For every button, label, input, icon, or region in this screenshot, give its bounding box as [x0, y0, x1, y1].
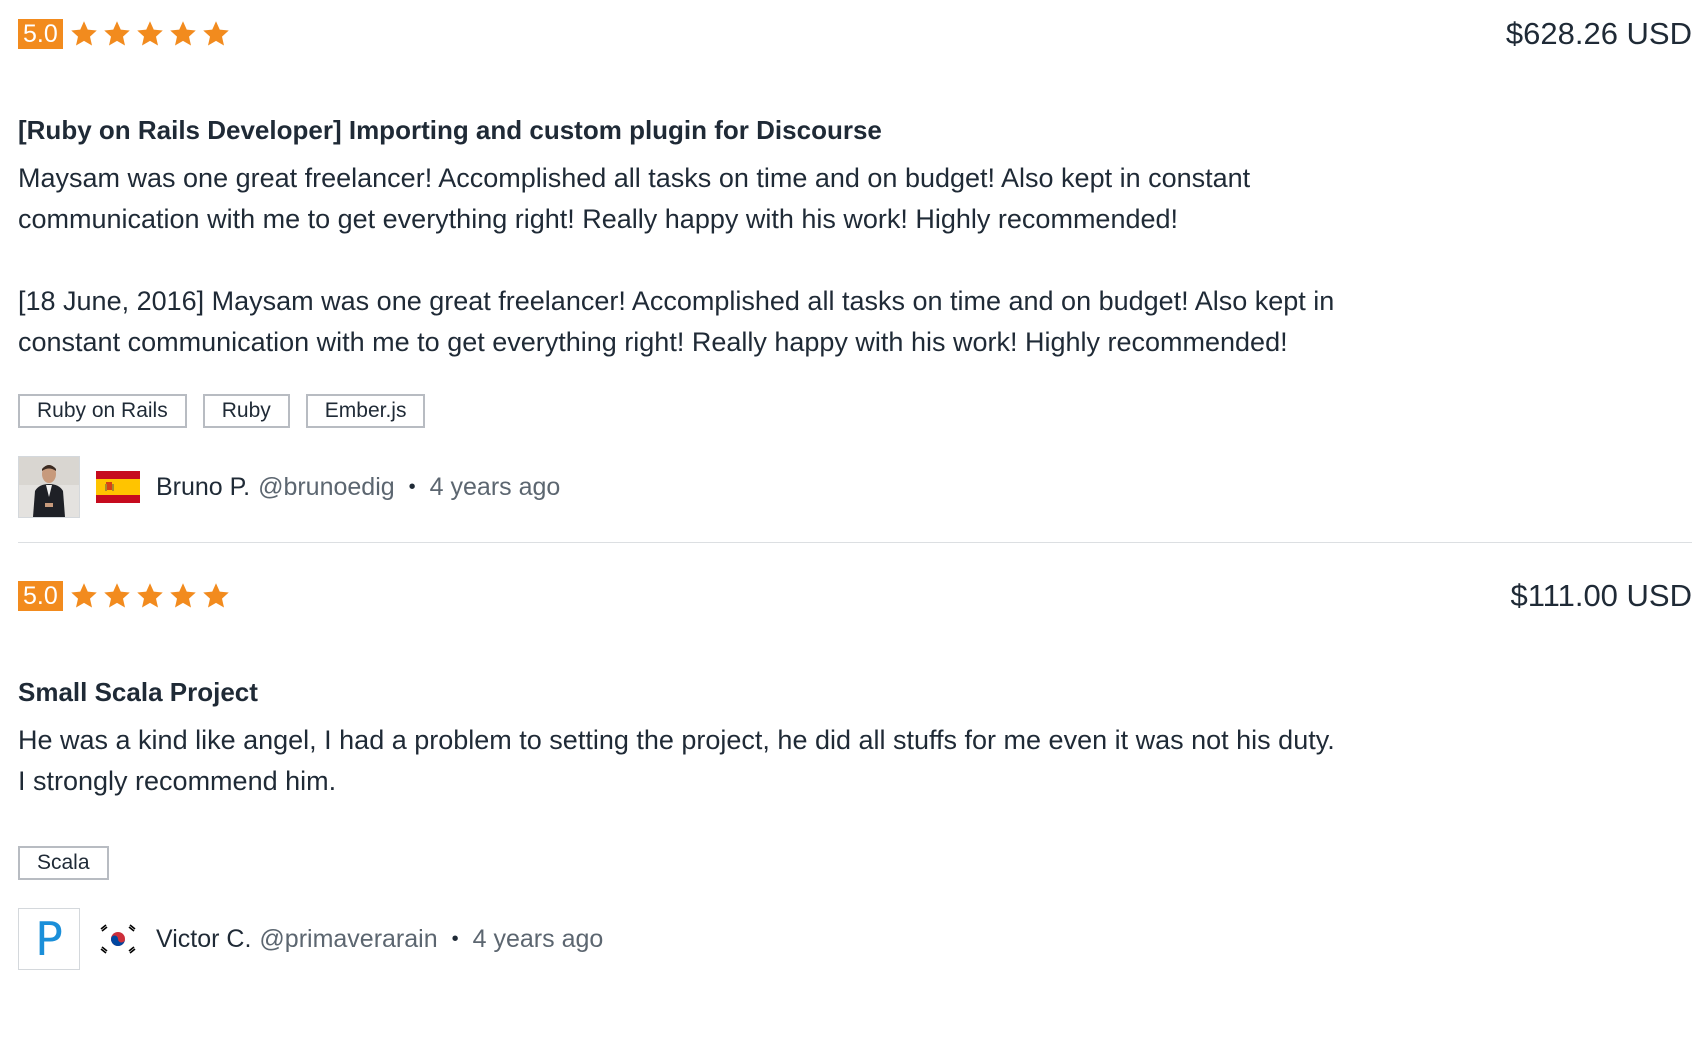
star-icon [170, 583, 196, 608]
review-text: He was a kind like angel, I had a proble… [18, 725, 1335, 796]
star-icon [104, 583, 130, 608]
review-time: 4 years ago [429, 472, 561, 501]
avatar-letter: P [35, 912, 63, 966]
skill-tags: Scala [18, 846, 109, 880]
skill-tags: Ruby on Rails Ruby Ember.js [18, 394, 426, 428]
rating-row: 5.0 [18, 19, 231, 49]
review-text: Maysam was one great freelancer! Accompl… [18, 163, 1335, 357]
skill-tag[interactable]: Ruby on Rails [18, 394, 187, 428]
skill-tag[interactable]: Ember.js [305, 394, 426, 428]
star-icon [137, 583, 163, 608]
rating-badge: 5.0 [18, 19, 63, 49]
star-icon [71, 583, 97, 608]
reviewer-name[interactable]: Bruno P. [156, 473, 250, 502]
project-title[interactable]: Small Scala Project [18, 676, 258, 708]
project-title[interactable]: [Ruby on Rails Developer] Importing and … [18, 114, 882, 146]
star-icon [203, 583, 229, 608]
skill-tag[interactable]: Scala [18, 846, 109, 880]
review-time: 4 years ago [472, 924, 604, 953]
rating-badge: 5.0 [18, 581, 63, 611]
reviewer-handle[interactable]: @primaverarain [259, 925, 437, 954]
star-icon [170, 21, 196, 46]
star-rating [69, 19, 231, 49]
skill-tag[interactable]: Ruby [202, 394, 290, 428]
star-icon [71, 21, 97, 46]
divider [18, 542, 1692, 543]
reviewer-handle[interactable]: @brunoedig [258, 473, 395, 502]
reviewer-info: P Victor C. @primaverarain • 4 years ago [18, 907, 603, 971]
user-photo-icon [19, 457, 79, 517]
rating-row: 5.0 [18, 581, 231, 611]
review-item: 5.0 $628.26 USD [Ruby on Rails Developer… [18, 0, 1692, 600]
avatar[interactable] [18, 456, 80, 518]
separator-dot: • [451, 927, 459, 950]
avatar[interactable]: P [18, 908, 80, 970]
star-icon [203, 21, 229, 46]
project-price: $628.26 USD [1505, 16, 1692, 51]
star-icon [137, 21, 163, 46]
separator-dot: • [408, 475, 416, 498]
spain-flag-icon [96, 471, 140, 503]
review-item: 5.0 $111.00 USD Small Scala Project He w… [18, 562, 1692, 1046]
project-price: $111.00 USD [1510, 578, 1692, 613]
south-korea-flag-icon [96, 923, 140, 955]
reviewer-name[interactable]: Victor C. [156, 925, 251, 954]
star-icon [104, 21, 130, 46]
reviewer-info: Bruno P. @brunoedig • 4 years ago [18, 455, 560, 519]
star-rating [69, 581, 231, 611]
